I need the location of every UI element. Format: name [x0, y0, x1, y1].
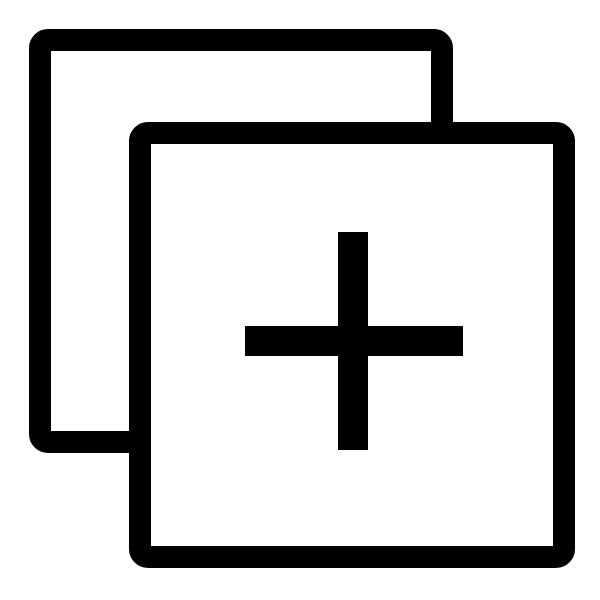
add-copy-svg	[29, 29, 575, 568]
plus-horizontal-bar	[245, 326, 463, 356]
icon-canvas	[0, 0, 600, 600]
add-copy-icon	[0, 0, 600, 600]
